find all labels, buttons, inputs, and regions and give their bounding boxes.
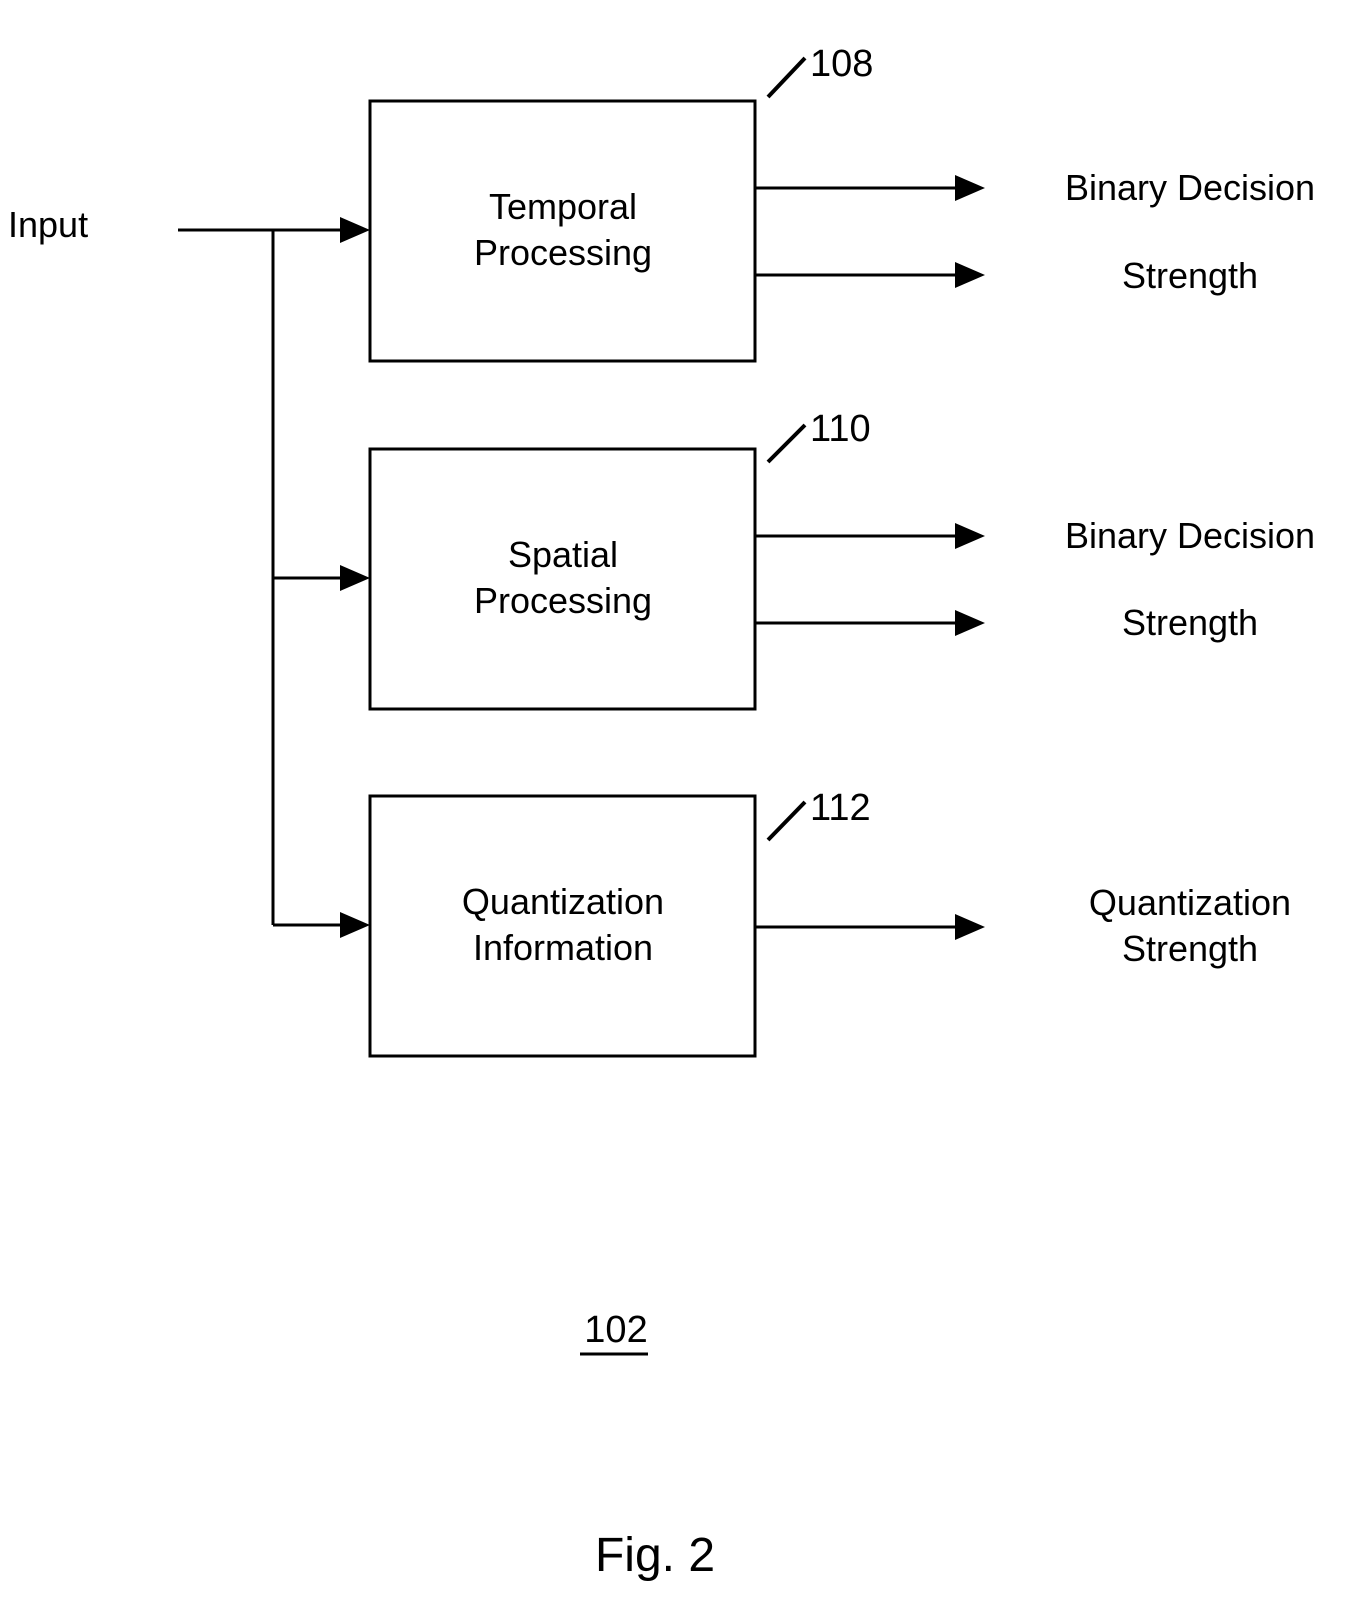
- arrow-into-quant: [340, 912, 370, 938]
- quant-output-line1: Quantization: [1089, 882, 1291, 923]
- quant-output-line2: Strength: [1122, 928, 1258, 969]
- quant-title-line2: Information: [473, 927, 653, 968]
- ref-108: 108: [810, 43, 873, 85]
- spatial-output-strength: Strength: [1122, 602, 1258, 643]
- block-temporal-processing: Temporal Processing 108 Binary Decision …: [368, 43, 1315, 363]
- block-diagram: Input Temporal Processing 108 Binary Dec…: [8, 43, 1315, 1582]
- block-spatial-processing: Spatial Processing 110 Binary Decision S…: [368, 408, 1315, 711]
- quant-title-line1: Quantization: [462, 881, 664, 922]
- spatial-title-line1: Spatial: [508, 534, 618, 575]
- arrow-into-spatial: [340, 565, 370, 591]
- temporal-title-line1: Temporal: [489, 186, 637, 227]
- ref-leader-112: [766, 800, 807, 842]
- figure-caption: Fig. 2: [595, 1529, 715, 1582]
- quant-box: [368, 794, 757, 1058]
- figure-reference: 102: [584, 1309, 647, 1351]
- ref-110: 110: [810, 408, 871, 450]
- temporal-title-line2: Processing: [474, 232, 652, 273]
- spatial-output-arrow-2: [955, 610, 985, 636]
- temporal-output-arrow-1: [955, 175, 985, 201]
- temporal-output-arrow-2: [955, 262, 985, 288]
- ref-leader-110: [766, 423, 807, 464]
- temporal-box: [368, 99, 757, 363]
- quant-output-arrow: [955, 914, 985, 940]
- ref-112: 112: [810, 787, 871, 829]
- block-quantization-information: Quantization Information 112 Quantizatio…: [368, 787, 1291, 1058]
- arrow-into-temporal: [340, 217, 370, 243]
- temporal-output-strength: Strength: [1122, 255, 1258, 296]
- ref-leader-108: [766, 56, 807, 99]
- temporal-output-binary-decision: Binary Decision: [1065, 167, 1315, 208]
- spatial-box: [368, 447, 757, 711]
- spatial-output-binary-decision: Binary Decision: [1065, 515, 1315, 556]
- spatial-title-line2: Processing: [474, 580, 652, 621]
- spatial-output-arrow-1: [955, 523, 985, 549]
- input-label: Input: [8, 204, 88, 245]
